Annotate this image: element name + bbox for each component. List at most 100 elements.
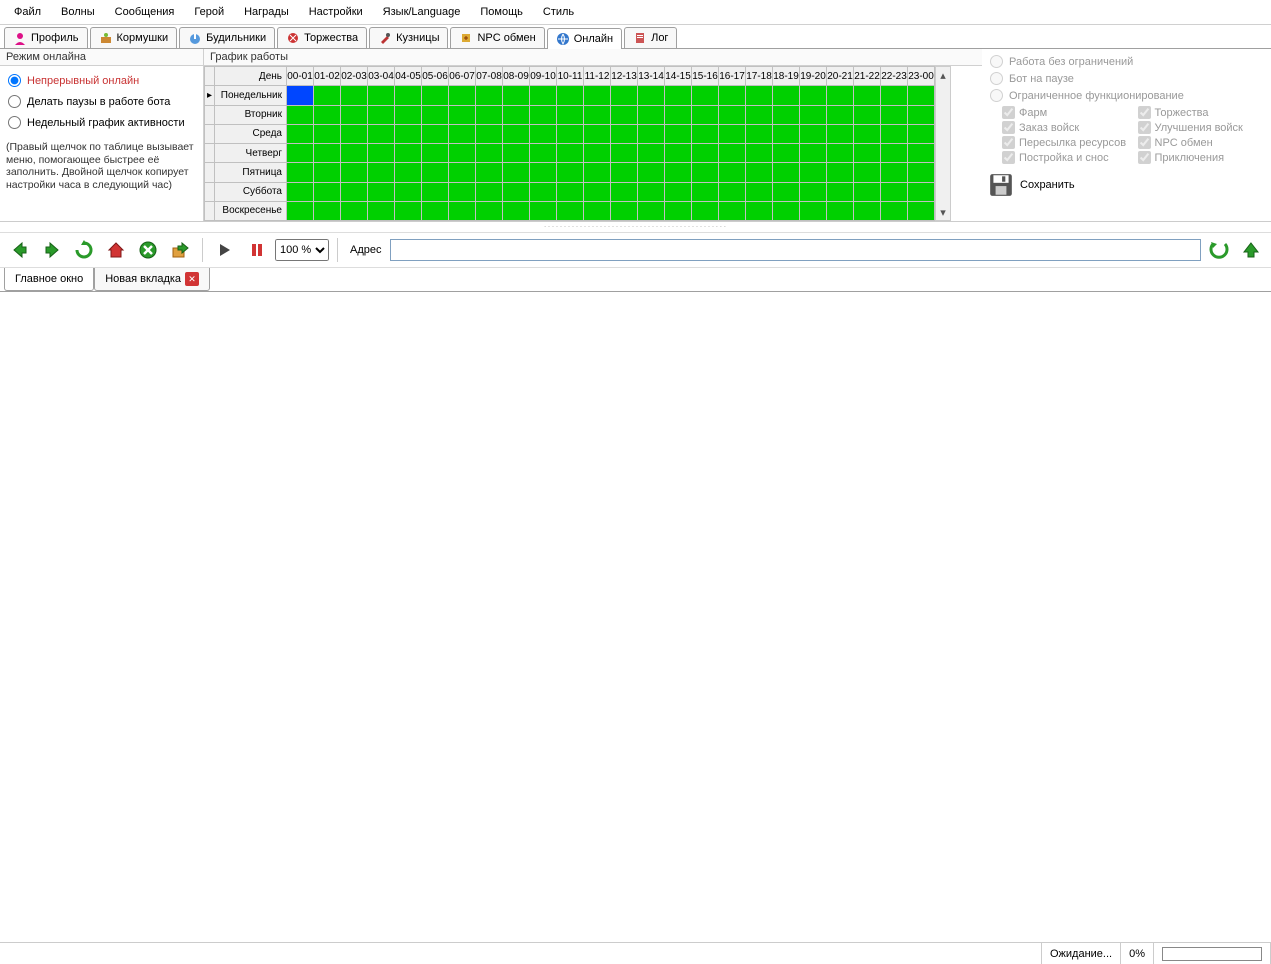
home-button[interactable]: [102, 236, 130, 264]
schedule-cell[interactable]: [908, 163, 935, 182]
schedule-cell[interactable]: [476, 124, 503, 143]
schedule-cell[interactable]: [800, 201, 827, 220]
schedule-cell[interactable]: [395, 201, 422, 220]
schedule-cell[interactable]: [611, 163, 638, 182]
scroll-down-icon[interactable]: ▾: [936, 204, 950, 220]
schedule-cell[interactable]: [341, 86, 368, 105]
schedule-cell[interactable]: [557, 201, 584, 220]
schedule-cell[interactable]: [584, 124, 611, 143]
schedule-cell[interactable]: [314, 144, 341, 163]
schedule-cell[interactable]: [476, 201, 503, 220]
schedule-cell[interactable]: [800, 86, 827, 105]
schedule-cell[interactable]: [530, 86, 557, 105]
schedule-cell[interactable]: [395, 86, 422, 105]
schedule-cell[interactable]: [854, 163, 881, 182]
menu-стиль[interactable]: Стиль: [533, 2, 584, 22]
schedule-cell[interactable]: [611, 124, 638, 143]
schedule-cell[interactable]: [449, 144, 476, 163]
online-mode-option[interactable]: Непрерывный онлайн: [6, 70, 197, 91]
schedule-cell[interactable]: [692, 144, 719, 163]
schedule-cell[interactable]: [503, 124, 530, 143]
schedule-cell[interactable]: [449, 105, 476, 124]
checkbox-input[interactable]: [1138, 121, 1151, 134]
schedule-cell[interactable]: [827, 182, 854, 201]
schedule-cell[interactable]: [557, 105, 584, 124]
schedule-cell[interactable]: [881, 163, 908, 182]
schedule-cell[interactable]: [692, 163, 719, 182]
schedule-cell[interactable]: [665, 124, 692, 143]
schedule-cell[interactable]: [719, 201, 746, 220]
schedule-cell[interactable]: [638, 105, 665, 124]
radio-input[interactable]: [8, 95, 21, 108]
checkbox-input[interactable]: [1002, 106, 1015, 119]
schedule-cell[interactable]: [287, 144, 314, 163]
schedule-cell[interactable]: [611, 86, 638, 105]
schedule-cell[interactable]: [773, 86, 800, 105]
schedule-cell[interactable]: [368, 163, 395, 182]
schedule-cell[interactable]: [395, 182, 422, 201]
schedule-cell[interactable]: [341, 105, 368, 124]
schedule-cell[interactable]: [881, 105, 908, 124]
close-icon[interactable]: ✕: [185, 272, 199, 286]
schedule-cell[interactable]: [584, 163, 611, 182]
schedule-cell[interactable]: [287, 105, 314, 124]
work-mode-option[interactable]: Бот на паузе: [988, 70, 1265, 87]
radio-input[interactable]: [8, 116, 21, 129]
menu-помощь[interactable]: Помощь: [470, 2, 533, 22]
menu-сообщения[interactable]: Сообщения: [105, 2, 185, 22]
menu-награды[interactable]: Награды: [234, 2, 299, 22]
schedule-cell[interactable]: [422, 86, 449, 105]
schedule-cell[interactable]: [287, 124, 314, 143]
schedule-cell[interactable]: [719, 182, 746, 201]
checkbox-input[interactable]: [1002, 121, 1015, 134]
checkbox-input[interactable]: [1138, 151, 1151, 164]
schedule-cell[interactable]: [665, 201, 692, 220]
schedule-cell[interactable]: [692, 105, 719, 124]
feature-checkbox[interactable]: Пересылка ресурсов: [1002, 136, 1130, 149]
schedule-cell[interactable]: [854, 182, 881, 201]
schedule-cell[interactable]: [503, 182, 530, 201]
schedule-cell[interactable]: [368, 105, 395, 124]
up-button[interactable]: [1237, 236, 1265, 264]
feature-checkbox[interactable]: Торжества: [1138, 106, 1266, 119]
schedule-cell[interactable]: [665, 144, 692, 163]
checkbox-input[interactable]: [1138, 136, 1151, 149]
schedule-cell[interactable]: [368, 86, 395, 105]
feature-checkbox[interactable]: Фарм: [1002, 106, 1130, 119]
schedule-cell[interactable]: [422, 105, 449, 124]
schedule-cell[interactable]: [611, 105, 638, 124]
schedule-cell[interactable]: [395, 124, 422, 143]
tab-celebrations[interactable]: Торжества: [277, 27, 367, 48]
schedule-cell[interactable]: [827, 201, 854, 220]
schedule-cell[interactable]: [530, 163, 557, 182]
schedule-cell[interactable]: [584, 182, 611, 201]
schedule-cell[interactable]: [422, 144, 449, 163]
schedule-grid[interactable]: День00-0101-0202-0303-0404-0505-0606-070…: [204, 66, 935, 221]
online-mode-option[interactable]: Недельный график активности: [6, 112, 197, 133]
browser-tab[interactable]: Главное окно: [4, 268, 94, 291]
schedule-cell[interactable]: [557, 163, 584, 182]
feature-checkbox[interactable]: Заказ войск: [1002, 121, 1130, 134]
schedule-cell[interactable]: [530, 201, 557, 220]
go-button[interactable]: [1205, 236, 1233, 264]
schedule-cell[interactable]: [368, 201, 395, 220]
schedule-cell[interactable]: [584, 201, 611, 220]
menu-язык/language[interactable]: Язык/Language: [373, 2, 471, 22]
forward-button[interactable]: [38, 236, 66, 264]
schedule-cell[interactable]: [692, 201, 719, 220]
schedule-cell[interactable]: [449, 86, 476, 105]
schedule-cell[interactable]: [665, 182, 692, 201]
address-input[interactable]: [390, 239, 1202, 261]
schedule-cell[interactable]: [584, 86, 611, 105]
schedule-cell[interactable]: [638, 163, 665, 182]
schedule-cell[interactable]: [908, 144, 935, 163]
schedule-cell[interactable]: [476, 163, 503, 182]
schedule-cell[interactable]: [827, 105, 854, 124]
schedule-cell[interactable]: [557, 182, 584, 201]
schedule-cell[interactable]: [314, 201, 341, 220]
tab-online[interactable]: Онлайн: [547, 28, 622, 49]
schedule-cell[interactable]: [746, 182, 773, 201]
schedule-cell[interactable]: [341, 163, 368, 182]
schedule-cell[interactable]: [638, 182, 665, 201]
schedule-cell[interactable]: [341, 201, 368, 220]
